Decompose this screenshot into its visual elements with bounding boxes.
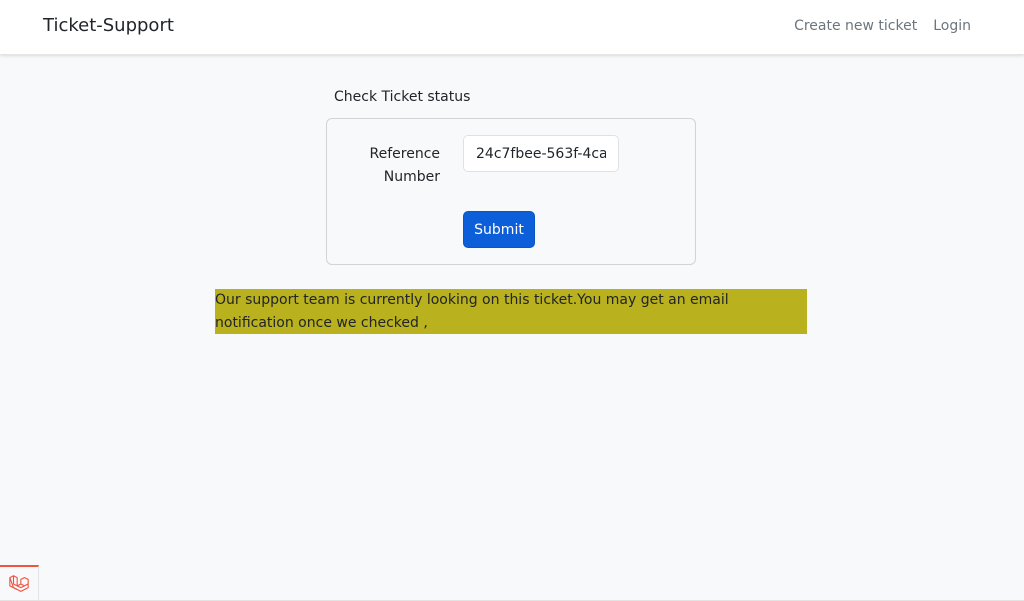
- reference-number-input[interactable]: [463, 135, 619, 172]
- brand-link[interactable]: Ticket-Support: [43, 15, 174, 36]
- ticket-status-form: Reference Number Submit: [326, 118, 696, 265]
- submit-button[interactable]: Submit: [463, 211, 535, 248]
- reference-number-label: Reference Number: [369, 146, 441, 185]
- form-title: Check Ticket status: [334, 89, 471, 105]
- nav-create-ticket-link[interactable]: Create new ticket: [794, 18, 917, 34]
- top-navbar: Ticket-Support Create new ticket Login: [0, 0, 1024, 55]
- nav-login-link[interactable]: Login: [933, 18, 971, 34]
- nav-links: Create new ticket Login: [794, 18, 971, 34]
- status-message: Our support team is currently looking on…: [215, 289, 807, 334]
- laravel-logo-icon: [9, 575, 29, 592]
- debugbar-toggle[interactable]: [0, 565, 39, 601]
